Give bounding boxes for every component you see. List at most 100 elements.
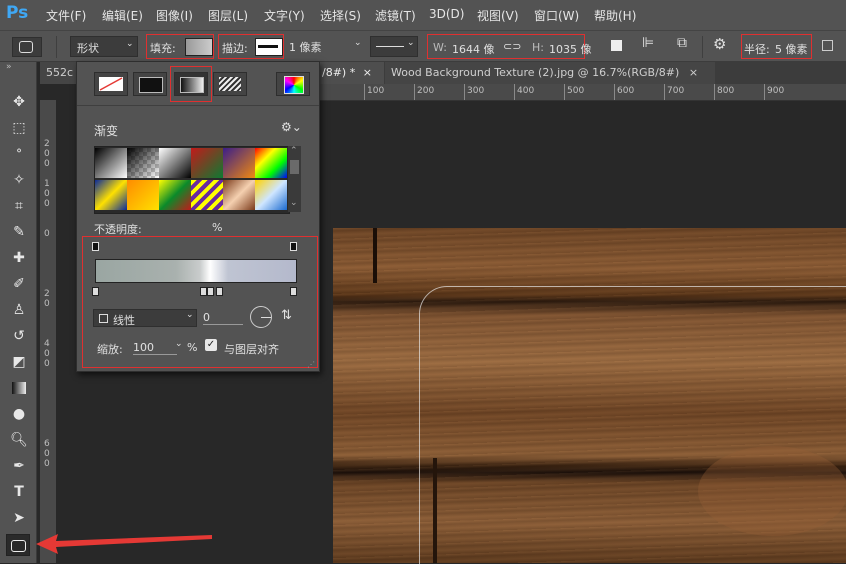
gradient-swatch[interactable] [127, 180, 159, 210]
size-fields: W: 1644 像 ⊂⊃ H: 1035 像 [427, 34, 592, 59]
link-icon[interactable]: ⊂⊃ [503, 40, 521, 53]
width-input[interactable]: 1644 像 [452, 41, 495, 57]
gradient-swatch[interactable] [255, 180, 287, 210]
gradient-swatch[interactable] [159, 180, 191, 210]
close-icon[interactable]: × [689, 66, 698, 79]
radius-input[interactable]: 5 像素 [775, 41, 808, 57]
gradient-swatch[interactable] [191, 148, 223, 178]
path-selection-tool-icon[interactable]: ➤ [9, 508, 29, 528]
blur-tool-icon[interactable]: ● [9, 404, 29, 424]
rounded-rectangle-tool[interactable] [6, 534, 30, 556]
menu-image[interactable]: 图像(I) [156, 7, 193, 24]
linear-style-icon [99, 314, 108, 323]
opacity-stop-right[interactable] [290, 242, 297, 251]
lasso-tool-icon[interactable]: ᐤ [9, 144, 29, 164]
ruler-label: 600 [617, 86, 635, 96]
scale-label: 缩放: [97, 343, 123, 356]
gradient-swatch[interactable] [127, 148, 159, 178]
color-picker-button[interactable] [276, 72, 310, 96]
gradient-fill-button[interactable] [174, 72, 208, 96]
chevron-down-icon: ⌄ [186, 310, 194, 320]
marquee-tool-icon[interactable]: ⬚ [9, 118, 29, 138]
menu-layer[interactable]: 图层(L) [208, 7, 248, 24]
rounded-rect-icon [11, 540, 26, 552]
menu-filter[interactable]: 滤镜(T) [375, 7, 416, 24]
eyedropper-tool-icon[interactable]: ✎ [9, 222, 29, 242]
opacity-unit: % [212, 221, 223, 234]
tab-document-3[interactable]: Wood Background Texture (2).jpg @ 16.7%(… [385, 62, 715, 84]
color-stop[interactable] [290, 287, 297, 296]
eraser-tool-icon[interactable]: ◩ [9, 352, 29, 372]
solid-color-button[interactable] [133, 72, 167, 96]
gradient-swatch[interactable] [159, 148, 191, 178]
reverse-gradient-icon[interactable]: ⇅ [281, 308, 292, 323]
canvas-image[interactable] [333, 228, 846, 564]
angle-dial[interactable] [250, 306, 272, 328]
opacity-stop-left[interactable] [92, 242, 99, 251]
stroke-swatch[interactable] [255, 38, 283, 56]
pattern-fill-button[interactable] [213, 72, 247, 96]
brush-tool-icon[interactable]: ✐ [9, 274, 29, 294]
gradient-swatch[interactable] [223, 180, 255, 210]
gear-icon[interactable]: ⚙ [713, 35, 726, 53]
ruler-label: 0 [44, 159, 50, 169]
scale-input[interactable]: 100 [133, 341, 177, 355]
gear-icon[interactable]: ⚙⌄ [281, 120, 302, 134]
collapse-icon[interactable]: » [6, 62, 12, 72]
healing-brush-tool-icon[interactable]: ✚ [9, 248, 29, 268]
gradient-style-select[interactable]: 线性 ⌄ [93, 309, 197, 327]
path-operations-icon[interactable] [611, 40, 622, 51]
chevron-down-icon[interactable]: ⌄ [175, 339, 183, 349]
chevron-down-icon[interactable]: ⌄ [354, 38, 362, 48]
history-brush-tool-icon[interactable]: ↺ [9, 326, 29, 346]
tab-document-1[interactable]: 552c [40, 62, 80, 84]
fill-swatch[interactable] [185, 38, 213, 56]
tab-document-2[interactable]: /8#) * × [316, 62, 384, 84]
ruler-label: 0 [44, 199, 50, 209]
menu-select[interactable]: 选择(S) [320, 7, 361, 24]
no-fill-button[interactable] [94, 72, 128, 96]
gradient-bar[interactable] [95, 259, 297, 283]
menu-window[interactable]: 窗口(W) [534, 7, 579, 24]
dodge-tool-icon[interactable]: 🔍︎ [9, 430, 29, 450]
type-tool-icon[interactable]: T [9, 482, 29, 502]
stroke-width[interactable]: 1 像素 [289, 39, 322, 55]
resize-grip-icon[interactable]: ⋰ [307, 360, 315, 369]
crop-tool-icon[interactable]: ⌗ [9, 196, 29, 216]
menu-view[interactable]: 视图(V) [477, 7, 519, 24]
menu-type[interactable]: 文字(Y) [264, 7, 305, 24]
fill-control[interactable]: 填充: [146, 34, 214, 59]
gradient-swatch[interactable] [255, 148, 287, 178]
align-edges-checkbox[interactable] [822, 40, 833, 51]
menu-edit[interactable]: 编辑(E) [102, 7, 143, 24]
menu-help[interactable]: 帮助(H) [594, 7, 636, 24]
magic-wand-tool-icon[interactable]: ✧ [9, 170, 29, 190]
menu-3d[interactable]: 3D(D) [429, 7, 464, 21]
gradient-swatch[interactable] [223, 148, 255, 178]
color-stop[interactable] [92, 287, 99, 296]
presets-scrollbar[interactable]: ⌃ ⌄ [288, 146, 301, 212]
ruler-label: 200 [417, 86, 435, 96]
path-alignment-icon[interactable]: ⊫ [642, 35, 654, 51]
color-stop[interactable] [200, 287, 207, 296]
clone-stamp-tool-icon[interactable]: ♙ [9, 300, 29, 320]
color-stop[interactable] [207, 287, 214, 296]
close-icon[interactable]: × [363, 66, 372, 79]
gradient-swatch[interactable] [191, 180, 223, 210]
angle-input[interactable]: 0 [203, 311, 243, 325]
color-stop[interactable] [216, 287, 223, 296]
mode-value: 形状 [77, 42, 99, 55]
tool-preset-picker[interactable] [12, 37, 42, 57]
stroke-type-select[interactable]: ⌄ [370, 36, 418, 57]
move-tool-icon[interactable]: ✥ [9, 92, 29, 112]
height-input[interactable]: 1035 像 [549, 41, 592, 57]
gradient-tool-icon[interactable] [9, 378, 29, 398]
pen-tool-icon[interactable]: ✒ [9, 456, 29, 476]
align-with-layer-checkbox[interactable]: ✓ [205, 339, 217, 351]
stroke-control[interactable]: 描边: [218, 34, 284, 59]
menu-file[interactable]: 文件(F) [46, 7, 86, 24]
path-arrangement-icon[interactable]: ⧉ [677, 35, 687, 51]
gradient-swatch[interactable] [95, 180, 127, 210]
mode-select[interactable]: 形状 ⌄ [70, 36, 138, 57]
gradient-swatch[interactable] [95, 148, 127, 178]
